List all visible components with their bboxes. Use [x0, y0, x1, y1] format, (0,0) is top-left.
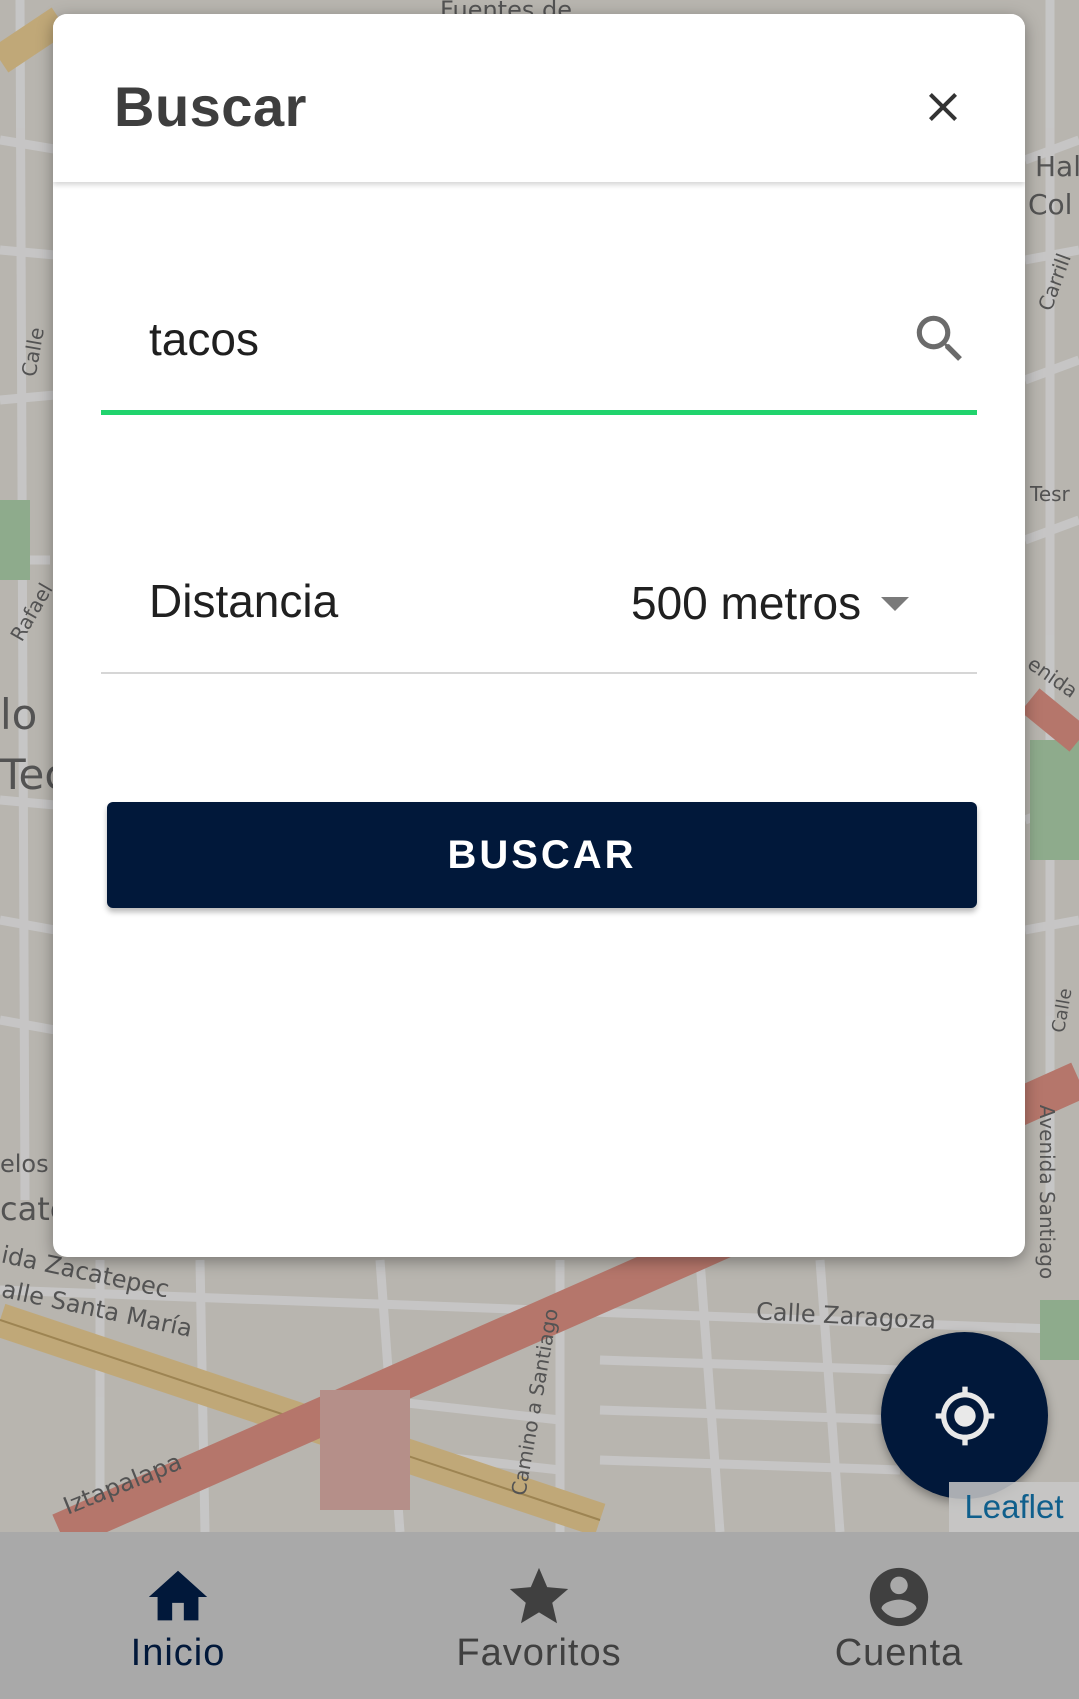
search-icon[interactable] [909, 308, 971, 370]
nav-item-favoritos[interactable]: Favoritos [389, 1532, 689, 1699]
bottom-navigation: Inicio Favoritos Cuenta [0, 1532, 1079, 1699]
search-input[interactable] [149, 304, 829, 374]
nav-item-label: Cuenta [834, 1632, 964, 1674]
locate-me-button[interactable] [881, 1332, 1048, 1499]
search-underline [101, 410, 977, 415]
account-circle-icon [869, 1567, 929, 1627]
distance-selected-value: 500 metros [631, 577, 862, 629]
search-submit-label: BUSCAR [447, 832, 637, 877]
leaflet-link[interactable]: Leaflet [964, 1488, 1063, 1526]
map-attribution: Leaflet [949, 1482, 1079, 1532]
caret-down-icon [881, 597, 910, 611]
search-submit-button[interactable]: BUSCAR [107, 802, 977, 908]
search-field[interactable] [101, 264, 977, 415]
nav-item-label: Inicio [130, 1632, 226, 1674]
search-dialog: Buscar Distancia 500 metros BUSCAR [53, 14, 1025, 1257]
dialog-header: Buscar [53, 14, 1025, 182]
nav-item-cuenta[interactable]: Cuenta [749, 1532, 1049, 1699]
crosshair-location-icon [935, 1386, 994, 1445]
distance-underline [101, 672, 977, 674]
home-icon [148, 1570, 208, 1621]
close-icon [929, 93, 957, 121]
close-button[interactable] [905, 69, 981, 145]
nav-item-label: Favoritos [456, 1632, 622, 1674]
dialog-title: Buscar [114, 75, 307, 138]
nav-item-inicio[interactable]: Inicio [28, 1532, 328, 1699]
star-icon [509, 1567, 569, 1624]
distance-field: Distancia 500 metros [101, 534, 977, 674]
distance-label: Distancia [149, 575, 339, 627]
distance-dropdown[interactable]: 500 metros [631, 568, 911, 638]
